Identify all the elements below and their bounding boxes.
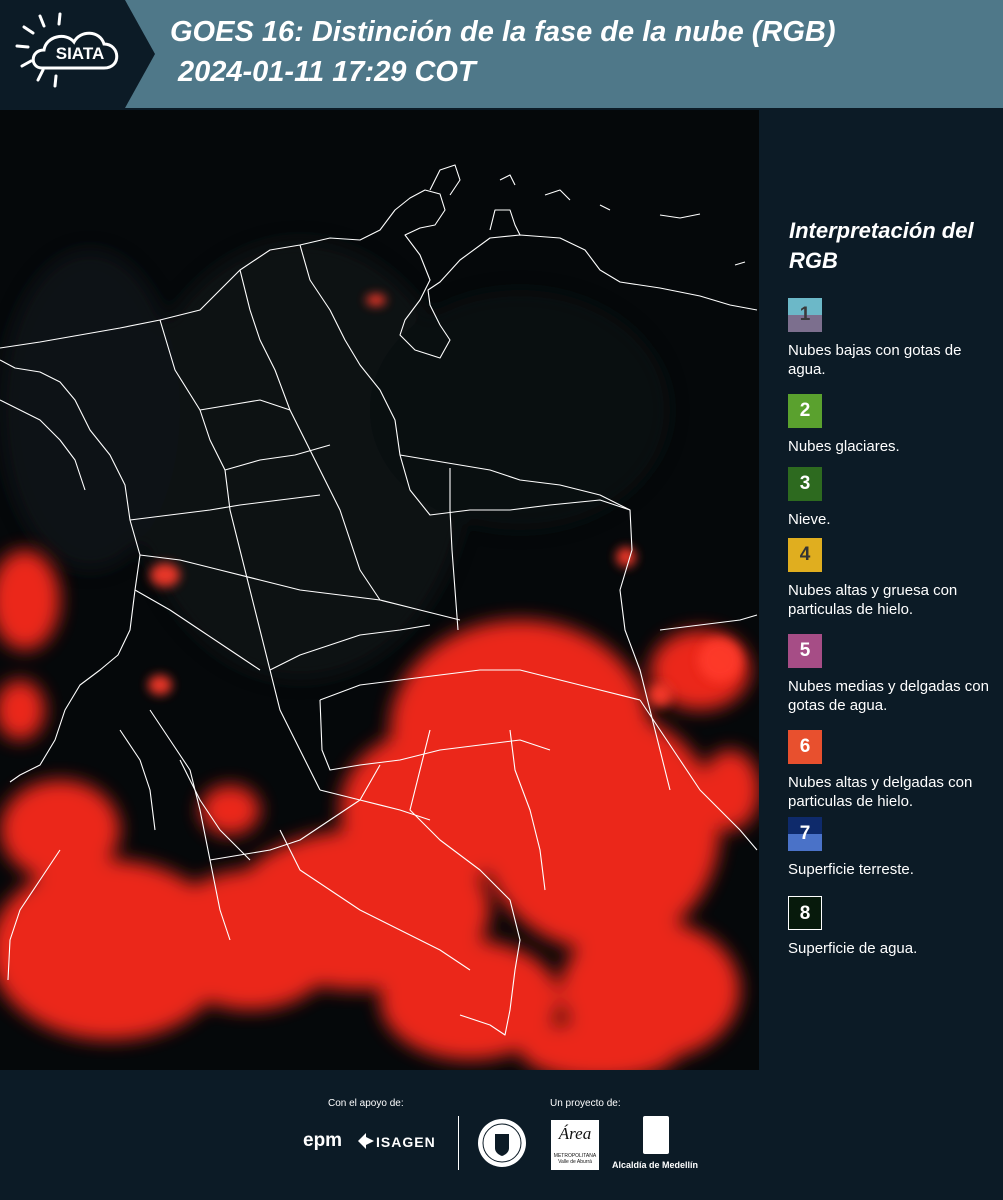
header-bar: SIATA GOES 16: Distinción de la fase de … (0, 0, 1003, 108)
legend-item: 6 Nubes altas y delgadas con particulas d… (788, 730, 993, 811)
legend-item: 2 Nubes glaciares. (788, 394, 993, 456)
legend-swatch: 7 (788, 817, 822, 851)
siata-logo-text: SIATA (55, 44, 105, 63)
legend-label: Superficie de agua. (788, 940, 918, 957)
legend-number: 7 (799, 823, 811, 844)
legend-label: Nubes glaciares. (788, 438, 900, 455)
legend-swatch: 4 (788, 538, 822, 572)
footer-divider (458, 1116, 459, 1170)
legend-number: 8 (799, 903, 811, 924)
legend-number: 6 (799, 736, 811, 757)
isagen-mark-icon (358, 1133, 374, 1149)
area-logo-subtext: METROPOLITANA Valle de Aburrá (553, 1153, 597, 1165)
legend-item: 1 Nubes bajas con gotas de agua. (788, 298, 993, 379)
legend-number: 3 (799, 473, 811, 494)
alcaldia-label: Alcaldía de Medellín (612, 1160, 699, 1170)
legend-panel: Interpretación del RGB 1 Nubes bajas con … (760, 110, 1003, 1070)
timestamp: 2024-01-11 17:29 COT (178, 56, 476, 88)
legend-swatch: 1 (788, 298, 822, 332)
page-title: GOES 16: Distinción de la fase de la nub… (170, 16, 836, 48)
legend-item: 8 Superficie de agua. (788, 896, 993, 958)
footer: Con el apoyo de: Un proyecto de: epm ISA… (0, 1070, 1003, 1200)
siata-logo: SIATA (0, 0, 155, 108)
legend-label: Nieve. (788, 511, 831, 528)
area-logo-text: Área (558, 1124, 592, 1143)
project-label: Un proyecto de: (550, 1098, 621, 1109)
alcaldia-crest-icon (643, 1116, 669, 1154)
legend-number: 2 (799, 400, 811, 421)
legend-number: 1 (799, 304, 811, 325)
legend-number: 4 (799, 544, 811, 565)
satellite-map (0, 110, 759, 1070)
legend-swatch: 6 (788, 730, 822, 764)
legend-label: Nubes bajas con gotas de agua. (788, 342, 962, 378)
legend-item: 3 Nieve. (788, 467, 993, 529)
legend-title: Interpretación del RGB (789, 218, 974, 273)
legend-label: Superficie terreste. (788, 861, 914, 878)
legend-label: Nubes altas y delgadas con particulas de… (788, 774, 973, 810)
legend-item: 5 Nubes medias y delgadas con gotas de ag… (788, 634, 993, 715)
isagen-logo: ISAGEN (376, 1134, 436, 1150)
legend-item: 7 Superficie terreste. (788, 817, 993, 879)
legend-label: Nubes medias y delgadas con gotas de agu… (788, 678, 989, 714)
legend-swatch: 8 (788, 896, 822, 930)
area-metropolitana-logo: Área METROPOLITANA Valle de Aburrá (551, 1120, 599, 1170)
epm-logo: epm (303, 1130, 343, 1151)
legend-swatch: 2 (788, 394, 822, 428)
university-seal-icon (478, 1119, 526, 1167)
legend-item: 4 Nubes altas y gruesa con particulas de … (788, 538, 993, 619)
support-label: Con el apoyo de: (328, 1098, 404, 1109)
legend-swatch: 3 (788, 467, 822, 501)
legend-label: Nubes altas y gruesa con particulas de h… (788, 582, 958, 618)
legend-number: 5 (799, 640, 811, 661)
legend-swatch: 5 (788, 634, 822, 668)
